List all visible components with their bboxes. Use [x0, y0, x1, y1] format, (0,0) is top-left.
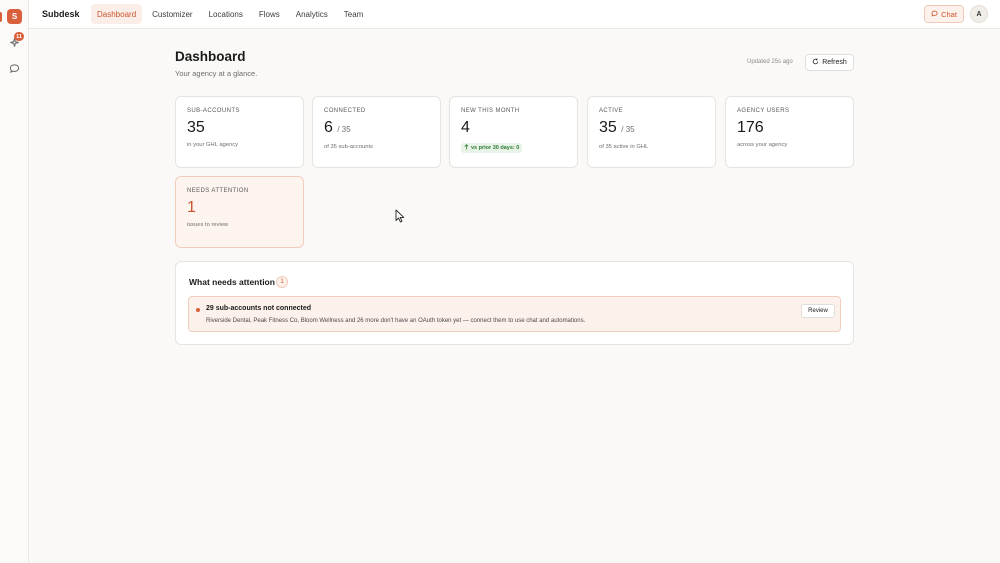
stat-card-connected[interactable]: CONNECTED 6 / 35 of 35 sub-accounts — [312, 96, 441, 168]
page-subtitle: Your agency at a glance. — [175, 69, 258, 78]
stat-note: issues to review — [187, 222, 229, 228]
page-title: Dashboard — [175, 49, 246, 64]
last-updated-text: Updated 25s ago — [747, 59, 793, 65]
trend-badge: vs prior 30 days: 0 — [461, 143, 523, 153]
stat-total: / 35 — [337, 125, 351, 134]
issue-description: Riverside Dental, Peak Fitness Co, Bloom… — [206, 318, 586, 324]
notification-badge: 11 — [14, 32, 24, 41]
left-rail: S 11 — [0, 0, 29, 563]
stat-total: / 35 — [621, 125, 635, 134]
attention-count-badge: 1 — [276, 276, 288, 288]
active-indicator — [0, 12, 2, 22]
nav-team[interactable]: Team — [338, 4, 370, 24]
attention-panel: What needs attention 1 29 sub-accounts n… — [175, 261, 854, 345]
stat-label: CONNECTED — [324, 108, 366, 114]
user-avatar[interactable]: A — [970, 5, 988, 23]
stat-label: NEEDS ATTENTION — [187, 188, 249, 194]
nav-customizer[interactable]: Customizer — [146, 4, 198, 24]
main-nav: Dashboard Customizer Locations Flows Ana… — [91, 4, 369, 24]
nav-locations[interactable]: Locations — [203, 4, 249, 24]
stat-card-agency-users[interactable]: AGENCY USERS 176 across your agency — [725, 96, 854, 168]
chat-bubble-icon — [931, 10, 938, 19]
status-dot — [196, 308, 200, 312]
trend-text: vs prior 30 days: 0 — [471, 145, 520, 151]
top-navigation-bar: Subdesk Dashboard Customizer Locations F… — [29, 0, 1000, 29]
stat-value: 176 — [737, 119, 764, 136]
stat-label: AGENCY USERS — [737, 108, 790, 114]
issue-title: 29 sub-accounts not connected — [206, 305, 312, 312]
stat-note: in your GHL agency — [187, 142, 239, 148]
refresh-label: Refresh — [822, 59, 847, 66]
chat-button-label: Chat — [941, 9, 957, 19]
stat-card-active[interactable]: ACTIVE 35 / 35 of 35 active in GHL — [587, 96, 716, 168]
refresh-icon — [812, 58, 819, 67]
brand-name[interactable]: Subdesk — [42, 9, 80, 19]
nav-dashboard[interactable]: Dashboard — [91, 4, 143, 24]
refresh-button[interactable]: Refresh — [805, 54, 854, 71]
stat-label: ACTIVE — [599, 108, 624, 114]
stat-value: 6 / 35 — [324, 119, 351, 136]
stat-card-sub-accounts[interactable]: SUB-ACCOUNTS 35 in your GHL agency — [175, 96, 304, 168]
stat-note: of 35 active in GHL — [599, 144, 649, 150]
stat-card-new-this-month[interactable]: NEW THIS MONTH 4 vs prior 30 days: 0 — [449, 96, 578, 168]
workspace-logo[interactable]: S — [7, 9, 22, 24]
stat-value: 35 — [187, 119, 205, 136]
stat-value: 4 — [461, 119, 470, 136]
stat-value: 1 — [187, 199, 196, 216]
attention-panel-title: What needs attention — [189, 277, 275, 287]
stat-label: SUB-ACCOUNTS — [187, 108, 240, 114]
chat-button[interactable]: Chat — [924, 5, 964, 23]
stat-note: across your agency — [737, 142, 788, 148]
nav-flows[interactable]: Flows — [253, 4, 286, 24]
arrow-up-icon — [464, 144, 469, 152]
review-button[interactable]: Review — [801, 304, 835, 318]
nav-analytics[interactable]: Analytics — [290, 4, 334, 24]
mouse-pointer-icon — [395, 209, 405, 223]
stat-value: 35 / 35 — [599, 119, 635, 136]
chat-bubble-icon[interactable] — [9, 61, 20, 74]
stat-note: of 35 sub-accounts — [324, 144, 373, 150]
stat-label: NEW THIS MONTH — [461, 108, 520, 114]
issue-item: 29 sub-accounts not connected Riverside … — [188, 296, 841, 332]
stat-card-needs-attention[interactable]: NEEDS ATTENTION 1 issues to review — [175, 176, 304, 248]
